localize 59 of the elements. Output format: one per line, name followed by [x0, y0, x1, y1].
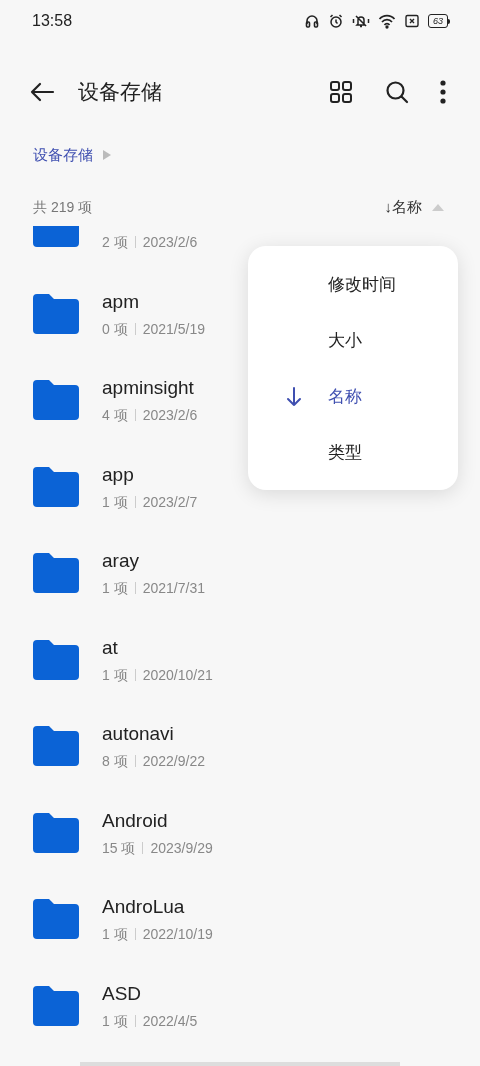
- folder-name: ASD: [102, 981, 143, 1006]
- folder-icon: [33, 899, 79, 940]
- down-arrow-icon: [286, 387, 302, 407]
- caret-up-icon: [432, 203, 444, 211]
- status-time: 13:58: [32, 11, 73, 31]
- more-button[interactable]: [438, 79, 448, 105]
- sort-option[interactable]: 大小: [248, 313, 458, 369]
- folder-icon: [33, 380, 79, 421]
- muted-bell-icon: [352, 13, 370, 29]
- item-count: 0 项: [102, 319, 128, 339]
- item-count: 1 项: [102, 665, 128, 685]
- chevron-right-icon: [103, 150, 111, 160]
- wifi-icon: [378, 13, 396, 29]
- sort-button[interactable]: ↓名称: [384, 195, 422, 219]
- folder-name: at: [102, 635, 119, 660]
- item-count: 1 项: [102, 579, 128, 599]
- folder-icon: [33, 553, 79, 594]
- sort-option[interactable]: 类型: [248, 425, 458, 481]
- modified-date: 2022/10/19: [142, 925, 213, 945]
- no-sim-icon: [404, 13, 420, 29]
- modified-date: 2023/2/7: [142, 492, 198, 512]
- modified-date: 2021/7/31: [142, 579, 205, 599]
- item-count: 8 项: [102, 752, 128, 772]
- sort-option[interactable]: 名称: [248, 369, 458, 425]
- folder-icon: [33, 639, 79, 680]
- folder-icon: [33, 466, 79, 507]
- headphones-icon: [304, 13, 320, 29]
- alarm-icon: [328, 13, 344, 29]
- item-count: 共 219 项: [33, 197, 93, 217]
- folder-name: app: [102, 462, 135, 487]
- folder-name: Android: [102, 808, 169, 833]
- folder-icon: [33, 812, 79, 853]
- search-button[interactable]: [384, 79, 410, 105]
- battery-level: 63: [428, 14, 448, 28]
- modified-date: 2023/9/29: [150, 838, 213, 858]
- folder-icon: [33, 293, 79, 334]
- folder-name: apm: [102, 289, 140, 314]
- page-title: 设备存储: [78, 79, 162, 106]
- folder-name: AndroLua: [102, 895, 186, 920]
- modified-date: 2021/5/19: [142, 319, 205, 339]
- folder-icon: [33, 985, 79, 1026]
- grid-view-button[interactable]: [328, 79, 354, 105]
- modified-date: 2022/4/5: [142, 1011, 198, 1031]
- item-count: 15 项: [102, 838, 136, 858]
- folder-name: apminsight: [102, 376, 195, 401]
- item-count: 4 项: [102, 406, 128, 426]
- folder-name: aray: [102, 549, 140, 574]
- folder-name: autonavi: [102, 722, 175, 747]
- modified-date: 2022/9/22: [142, 752, 205, 772]
- modified-date: 2023/2/6: [142, 233, 198, 253]
- folder-icon: [33, 726, 79, 767]
- modified-date: 2020/10/21: [142, 665, 213, 685]
- item-count: 2 项: [102, 233, 128, 253]
- item-count: 1 项: [102, 1011, 128, 1031]
- breadcrumb-item[interactable]: 设备存储: [33, 143, 93, 167]
- sort-option[interactable]: 修改时间: [248, 257, 458, 313]
- item-count: 1 项: [102, 925, 128, 945]
- modified-date: 2023/2/6: [142, 406, 198, 426]
- item-count: 1 项: [102, 492, 128, 512]
